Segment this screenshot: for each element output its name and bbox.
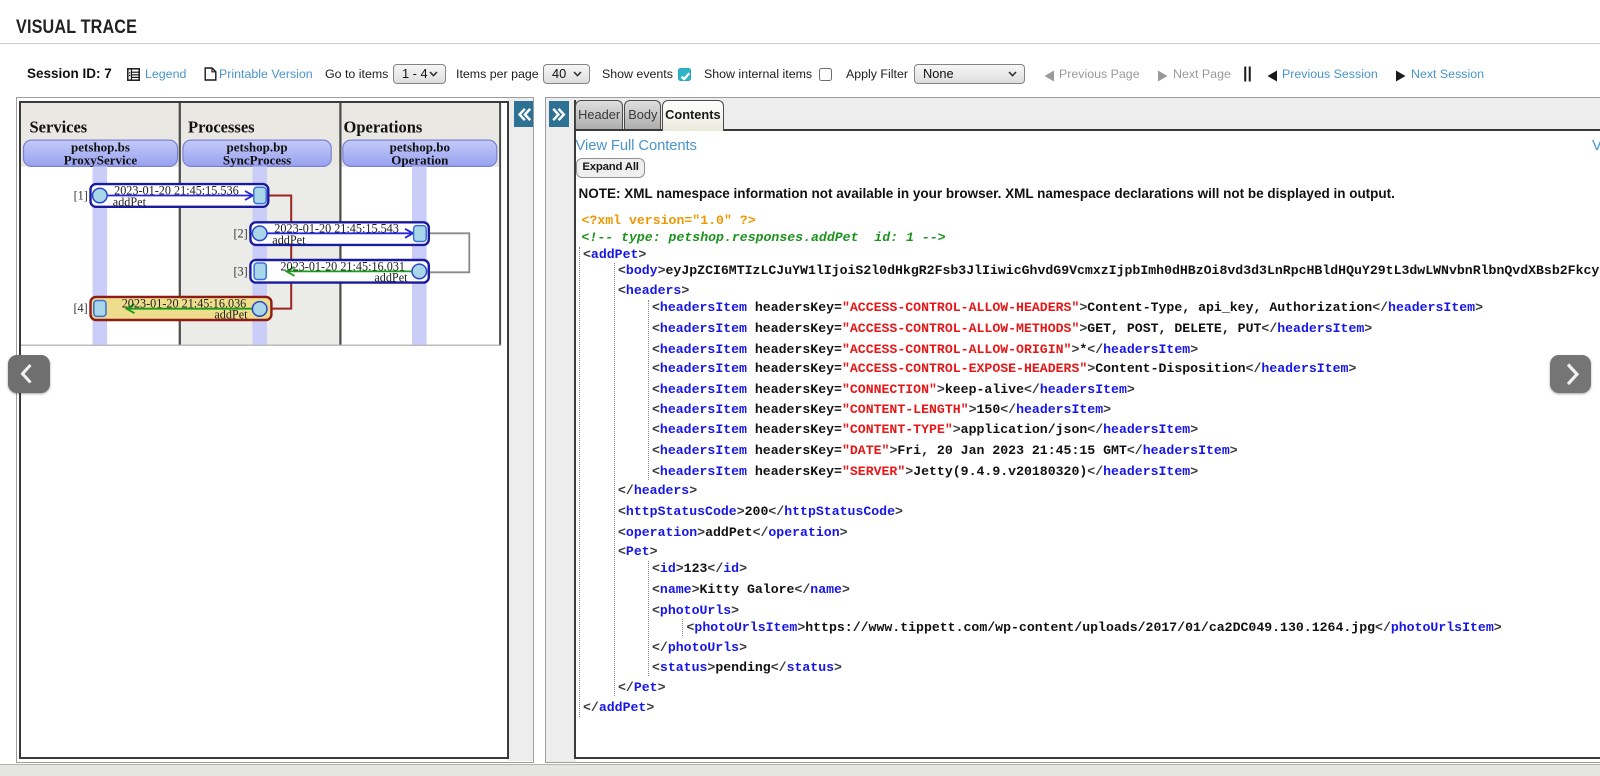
svg-text:[4]: [4] — [73, 301, 87, 315]
svg-text:[1]: [1] — [73, 188, 87, 202]
svg-text:SyncProcess: SyncProcess — [222, 152, 290, 167]
svg-text:addPet: addPet — [214, 307, 248, 321]
svg-text:Services: Services — [29, 117, 87, 136]
svg-text:ProxyService: ProxyService — [63, 152, 137, 167]
svg-text:addPet: addPet — [374, 270, 408, 284]
svg-text:Operation: Operation — [391, 152, 449, 167]
svg-text:addPet: addPet — [272, 233, 306, 247]
svg-text:Processes: Processes — [188, 117, 255, 136]
svg-text:Operations: Operations — [343, 117, 422, 136]
svg-text:[2]: [2] — [233, 226, 247, 240]
svg-text:[3]: [3] — [233, 264, 247, 278]
svg-text:addPet: addPet — [112, 195, 146, 209]
